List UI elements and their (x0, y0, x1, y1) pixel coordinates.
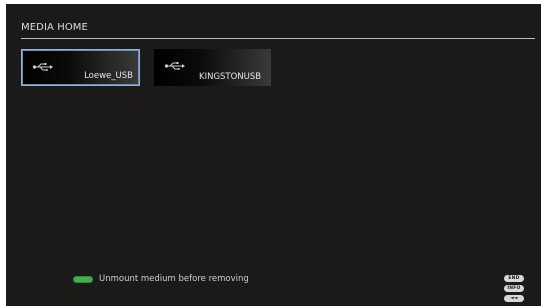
info-key-button[interactable]: INFO (504, 285, 524, 292)
green-key-icon (73, 275, 93, 283)
usb-icon (32, 63, 53, 71)
rewind-key-button[interactable]: ◄◄ (504, 295, 524, 302)
device-label: Loewe_USB (84, 71, 133, 81)
device-tile-kingstonusb[interactable]: KINGSTONUSB (154, 49, 271, 86)
header-divider (21, 38, 535, 39)
status-hint: Unmount medium before removing (73, 272, 249, 286)
device-label: KINGSTONUSB (199, 72, 262, 82)
status-text: Unmount medium before removing (99, 274, 249, 284)
media-home-screen: MEDIA HOME Loewe_USB KINGSTONUSB Unmount… (6, 4, 541, 306)
remote-key-legend: END INFO ◄◄ (504, 275, 526, 305)
end-key-button[interactable]: END (504, 275, 524, 282)
page-title: MEDIA HOME (21, 22, 88, 33)
device-tile-loewe-usb[interactable]: Loewe_USB (21, 49, 140, 86)
usb-icon (164, 62, 185, 70)
